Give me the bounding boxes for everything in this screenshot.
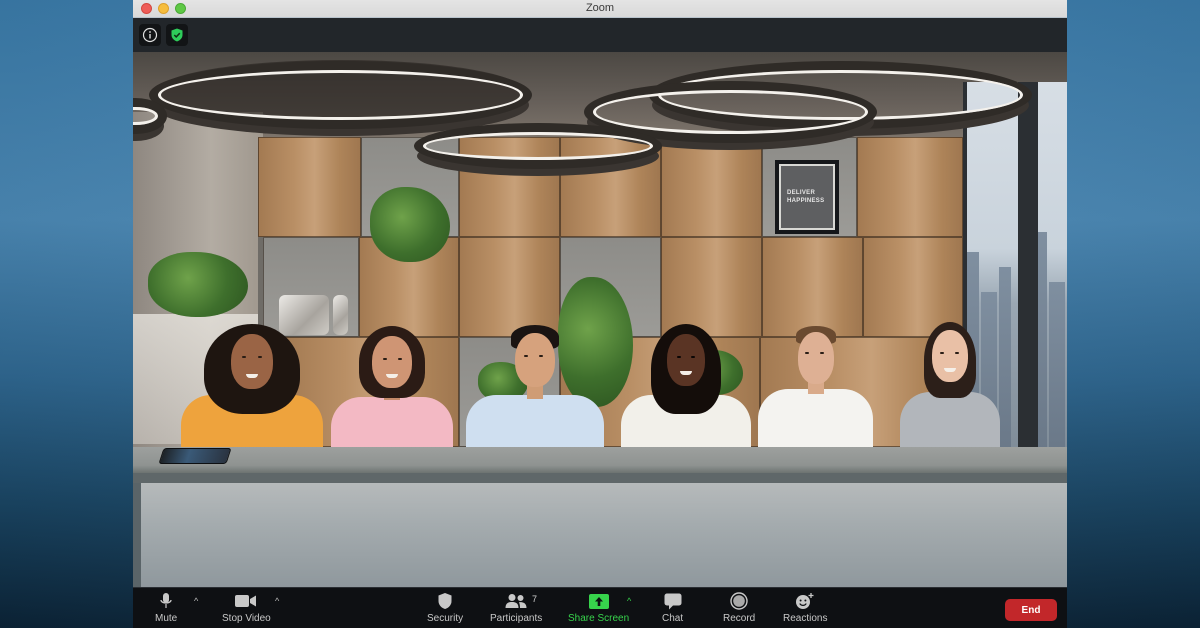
info-icon: [142, 27, 158, 43]
chat-bubble-icon: [664, 593, 682, 609]
chat-label: Chat: [662, 613, 684, 624]
poster-line: DELIVER: [787, 190, 816, 196]
meeting-info-button[interactable]: [139, 24, 161, 46]
mute-button[interactable]: Mute: [155, 591, 177, 624]
chat-button[interactable]: Chat: [662, 591, 683, 624]
desk-surface: [133, 447, 1067, 473]
audio-options-caret[interactable]: ^: [194, 596, 198, 606]
wall-panel: [661, 237, 762, 337]
microphone-icon: [160, 593, 172, 608]
stop-video-label: Stop Video: [222, 613, 271, 624]
participant-count-badge: 7: [532, 594, 538, 604]
encryption-status-button[interactable]: [166, 24, 188, 46]
record-icon: [730, 592, 748, 610]
participant-3: [466, 325, 604, 447]
ceiling-ring-light: [423, 132, 653, 160]
desk-tablet: [158, 448, 232, 464]
window-mullion: [1018, 82, 1038, 452]
security-label: Security: [427, 613, 464, 624]
share-screen-button[interactable]: Share Screen: [568, 591, 629, 624]
stop-video-button[interactable]: Stop Video: [222, 591, 271, 624]
shield-icon: [438, 593, 452, 609]
participants-icon: [505, 594, 527, 608]
desk-front: [141, 483, 1067, 587]
title-bar: Zoom: [133, 0, 1067, 18]
wall-panel: [762, 237, 863, 337]
reaction-smiley-icon: [796, 593, 814, 609]
shield-check-icon: [171, 28, 183, 42]
share-screen-label: Share Screen: [568, 613, 630, 624]
share-options-caret[interactable]: ^: [627, 596, 631, 606]
participant-6: [900, 322, 1000, 447]
participant-2: [331, 326, 453, 447]
video-area: DELIVER HAPPINESS: [133, 52, 1067, 587]
palm-plant: [148, 252, 248, 317]
meeting-header: [133, 18, 1067, 52]
record-label: Record: [723, 613, 756, 624]
wall-panel: [857, 137, 963, 237]
poster-line: HAPPINESS: [787, 198, 825, 204]
mute-label: Mute: [155, 613, 178, 624]
participant-1: [181, 324, 323, 447]
participant-5: [758, 324, 873, 447]
desk-side: [133, 483, 141, 587]
city-building: [1049, 282, 1065, 452]
record-button[interactable]: Record: [723, 591, 755, 624]
city-building: [999, 267, 1011, 452]
end-meeting-button[interactable]: End: [1005, 599, 1057, 621]
video-options-caret[interactable]: ^: [275, 596, 279, 606]
meeting-toolbar: Mute ^ Stop Video ^ Security Participant…: [133, 587, 1067, 628]
reactions-label: Reactions: [783, 613, 828, 624]
wall-panel: [459, 237, 560, 337]
zoom-window: Zoom DELIVER HAPPINESS Mute ^ Stop Video…: [133, 0, 1067, 628]
wall-panel: [661, 137, 762, 237]
participant-4: [621, 324, 751, 447]
wall-panel: [258, 137, 361, 237]
security-button[interactable]: Security: [427, 591, 463, 624]
hanging-plant: [370, 187, 450, 262]
share-screen-icon: [588, 593, 609, 609]
participants-label: Participants: [490, 613, 543, 624]
wall-poster: DELIVER HAPPINESS: [775, 160, 839, 234]
ceiling-ring-light: [593, 90, 868, 134]
reactions-button[interactable]: Reactions: [783, 591, 827, 624]
window-title: Zoom: [585, 2, 615, 14]
desk-edge: [133, 473, 1067, 483]
ceiling-ring-light: [158, 70, 523, 120]
video-camera-icon: [235, 595, 257, 607]
